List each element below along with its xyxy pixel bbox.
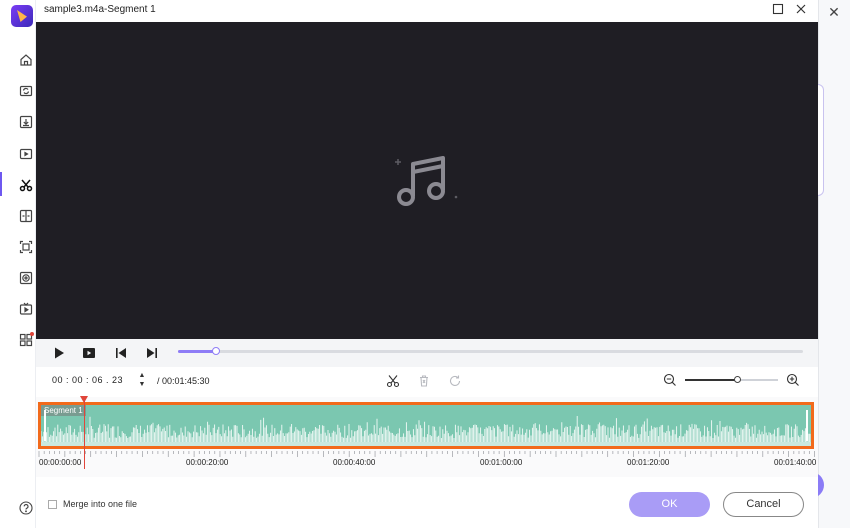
- playback-progress-slider[interactable]: [178, 347, 803, 355]
- redo-button[interactable]: [448, 374, 462, 388]
- zoom-out-icon: [663, 373, 676, 386]
- sidebar-item-screen-record[interactable]: [19, 240, 33, 254]
- background-app-area: [818, 0, 850, 528]
- audio-waveform: [41, 416, 811, 446]
- ruler-label: 00:00:20:00: [186, 458, 229, 467]
- window-title: sample3.m4a-Segment 1: [44, 4, 156, 15]
- maximize-icon: [772, 3, 784, 15]
- sidebar-item-dvd[interactable]: [19, 271, 33, 285]
- convert-icon: [19, 85, 33, 97]
- sidebar-item-player[interactable]: [19, 302, 33, 316]
- close-button[interactable]: [794, 3, 808, 17]
- background-panel: [818, 84, 824, 196]
- total-duration: / 00:01:45:30: [157, 376, 210, 386]
- sidebar-active-indicator: [0, 172, 2, 196]
- screen-record-icon: [19, 240, 33, 254]
- playhead-marker-icon[interactable]: [80, 396, 88, 403]
- app-window: ✕ sample3.m4a-Segment 1 00: 00: 06 . 2…: [0, 0, 850, 528]
- zoom-slider[interactable]: [685, 376, 778, 383]
- help-button[interactable]: [19, 501, 33, 515]
- sidebar-item-video[interactable]: [19, 147, 33, 161]
- close-icon: [796, 4, 806, 14]
- segment-end-handle[interactable]: [806, 410, 808, 441]
- waveform-bars: [41, 416, 811, 442]
- maximize-button[interactable]: [771, 3, 785, 17]
- ruler-label: 00:01:20:00: [627, 458, 670, 467]
- player-icon: [19, 302, 33, 315]
- play-icon: [55, 347, 64, 359]
- zoom-in-button[interactable]: [786, 373, 800, 387]
- time-stepper[interactable]: ▲ ▼: [137, 371, 147, 391]
- time-ruler: 00:00:00:00 00:00:20:00 00:00:40:00 00:0…: [36, 451, 818, 471]
- video-icon: [19, 148, 33, 160]
- ruler-ticks: [38, 451, 815, 457]
- ruler-label: 00:01:00:00: [480, 458, 523, 467]
- sidebar: [0, 0, 36, 528]
- audio-segment[interactable]: Segment 1: [38, 402, 814, 449]
- home-icon: [20, 54, 32, 66]
- time-controls: 00 : 00 : 06 . 23 ▲ ▼ / 00:01:45:30: [36, 367, 818, 397]
- merge-checkbox[interactable]: [48, 500, 57, 509]
- trim-dialog: sample3.m4a-Segment 1 00: 00: 06 . 23 …: [36, 0, 818, 528]
- app-logo: [11, 5, 33, 27]
- zoom-out-button[interactable]: [663, 373, 677, 387]
- music-note-icon: [395, 156, 458, 206]
- time-up-icon[interactable]: ▲: [137, 371, 147, 380]
- sidebar-item-trim[interactable]: [19, 178, 33, 192]
- redo-icon: [449, 375, 461, 387]
- trash-icon: [420, 375, 428, 387]
- trim-scissors-icon: [19, 179, 33, 192]
- stop-button[interactable]: [82, 346, 96, 360]
- sidebar-item-convert[interactable]: [19, 84, 33, 98]
- stop-icon: [83, 348, 95, 358]
- scissors-icon: [386, 375, 400, 388]
- skip-forward-icon: [147, 348, 157, 358]
- ruler-label: 00:00:00:00: [39, 458, 82, 467]
- background-close-icon[interactable]: ✕: [826, 4, 842, 20]
- delete-segment-button[interactable]: [417, 374, 431, 388]
- sidebar-item-download[interactable]: [19, 115, 33, 129]
- ok-button[interactable]: OK: [629, 492, 710, 517]
- zoom-slider-knob[interactable]: [733, 376, 741, 383]
- segment-label: Segment 1: [41, 405, 86, 416]
- merge-icon: [19, 209, 33, 223]
- title-bar: sample3.m4a-Segment 1: [36, 0, 818, 22]
- download-icon: [19, 115, 33, 129]
- waveform-baseline: [41, 442, 811, 446]
- zoom-in-icon: [786, 373, 799, 386]
- split-button[interactable]: [386, 374, 400, 388]
- transport-bar: [36, 339, 818, 367]
- zoom-slider-fill: [685, 379, 738, 381]
- ruler-label: 00:00:40:00: [333, 458, 376, 467]
- current-time-input[interactable]: 00 : 00 : 06 . 23: [52, 375, 123, 385]
- playback-progress-knob[interactable]: [211, 347, 220, 355]
- sidebar-item-home[interactable]: [19, 53, 33, 67]
- timeline: Segment 1 00:00:00:00 00:00:20:00 00:00:…: [36, 396, 818, 477]
- next-frame-button[interactable]: [145, 346, 159, 360]
- merge-label[interactable]: Merge into one file: [63, 499, 137, 509]
- time-down-icon[interactable]: ▼: [137, 380, 147, 389]
- ruler-label: 00:01:40:00: [774, 458, 817, 467]
- media-preview[interactable]: [36, 22, 818, 339]
- previous-frame-button[interactable]: [114, 346, 128, 360]
- dialog-footer: Merge into one file OK Cancel: [36, 477, 818, 528]
- notification-badge: [30, 332, 34, 336]
- cancel-button[interactable]: Cancel: [723, 492, 804, 517]
- dvd-icon: [19, 271, 33, 285]
- play-button[interactable]: [52, 346, 66, 360]
- playback-progress-fill: [178, 350, 216, 353]
- sidebar-item-merge[interactable]: [19, 209, 33, 223]
- help-icon: [19, 501, 33, 515]
- segment-start-handle[interactable]: [44, 410, 46, 441]
- skip-back-icon: [116, 348, 126, 358]
